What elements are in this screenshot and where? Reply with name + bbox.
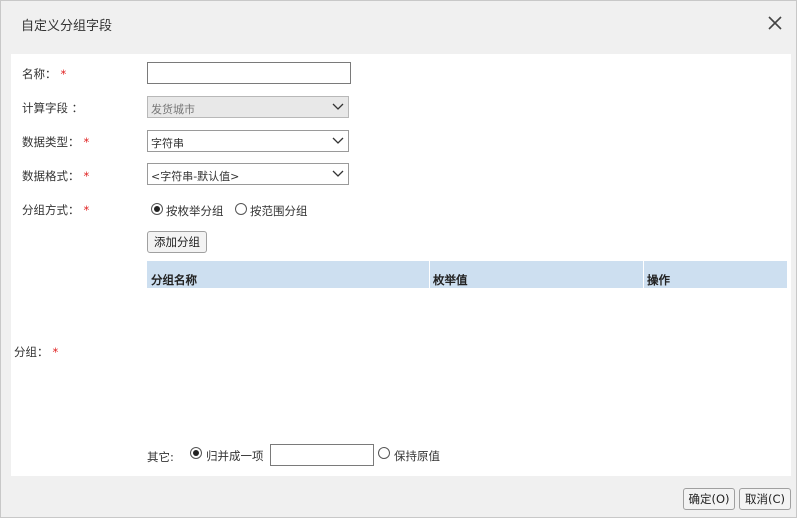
column-header-group-name: 分组名称	[151, 273, 197, 287]
calc-field-label: 计算字段 ：	[22, 101, 84, 115]
column-divider	[429, 261, 430, 288]
dialog-title: 自定义分组字段	[21, 19, 113, 34]
chevron-down-icon	[332, 169, 344, 179]
keep-original-radio[interactable]	[378, 447, 390, 459]
custom-group-field-dialog: 自定义分组字段 名称： * 计算字段 ： 发货城市 数据类型： * 字符串 数据格式…	[0, 0, 797, 518]
merge-radio[interactable]	[190, 447, 202, 459]
merge-name-input[interactable]	[270, 444, 374, 466]
group-label: 分组： *	[14, 345, 59, 359]
enum-group-radio[interactable]	[151, 203, 163, 215]
calc-field-value: 发货城市	[151, 103, 195, 116]
chevron-down-icon	[332, 136, 344, 146]
column-divider	[643, 261, 644, 288]
other-label: 其它:	[147, 450, 174, 464]
add-group-button[interactable]: 添加分组	[147, 231, 207, 253]
range-group-radio[interactable]	[235, 203, 247, 215]
group-table-header: 分组名称 枚举值 操作	[147, 261, 787, 288]
data-format-label: 数据格式： *	[22, 169, 90, 183]
dialog-content: 名称： * 计算字段 ： 发货城市 数据类型： * 字符串 数据格式： * <字符串-…	[11, 54, 791, 476]
chevron-down-icon	[332, 102, 344, 112]
group-method-label: 分组方式： *	[22, 203, 90, 217]
column-header-actions: 操作	[647, 273, 670, 287]
name-label: 名称： *	[22, 67, 67, 81]
keep-original-radio-label: 保持原值	[394, 449, 440, 463]
close-icon[interactable]	[765, 13, 785, 33]
data-type-value: 字符串	[151, 137, 184, 150]
merge-radio-label: 归并成一项	[206, 449, 264, 463]
dialog-titlebar: 自定义分组字段	[1, 1, 796, 45]
data-format-value: <字符串-默认值>	[151, 170, 240, 183]
column-header-enum-values: 枚举值	[433, 273, 468, 287]
data-type-select[interactable]: 字符串	[147, 130, 349, 152]
data-format-select[interactable]: <字符串-默认值>	[147, 163, 349, 185]
name-input[interactable]	[147, 62, 351, 84]
data-type-label: 数据类型： *	[22, 135, 90, 149]
ok-button[interactable]: 确定(O)	[683, 488, 735, 510]
range-group-radio-label: 按范围分组	[250, 204, 308, 218]
cancel-button[interactable]: 取消(C)	[739, 488, 791, 510]
enum-group-radio-label: 按枚举分组	[166, 204, 224, 218]
calc-field-select: 发货城市	[147, 96, 349, 118]
